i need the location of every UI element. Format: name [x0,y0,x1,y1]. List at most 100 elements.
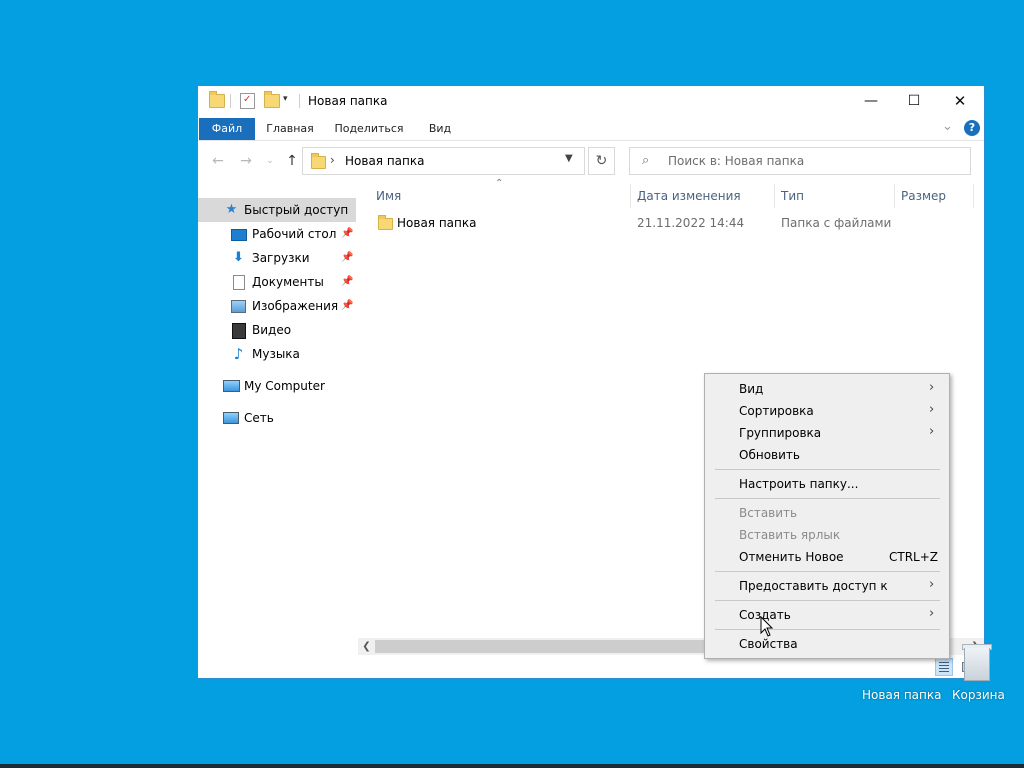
pin-icon: 📌 [341,228,354,239]
mouse-cursor-icon [760,616,774,637]
title-bar[interactable]: ✓ ▾ Новая папка — ☐ ✕ [198,86,984,116]
menu-item-paste: Вставить [739,506,798,520]
table-row[interactable]: Новая папка 21.11.2022 14:44 Папка с фай… [366,212,956,234]
menu-item-undo-new[interactable]: Отменить Новое CTRL+Z [705,546,949,568]
sidebar-item-label: Видео [252,323,292,337]
details-view-icon[interactable] [935,658,953,676]
quick-access-dropdown-icon[interactable]: ▾ [283,94,288,104]
tab-home[interactable]: Главная [262,118,318,140]
folder-icon [311,153,326,169]
sidebar-item-label: Документы [252,275,324,289]
tab-file[interactable]: Файл [199,118,255,140]
up-arrow-icon[interactable]: ↑ [282,151,302,171]
column-divider[interactable] [973,184,974,208]
chevron-right-icon: › [929,606,935,621]
sidebar-item-music[interactable]: ♪ Музыка [198,342,356,366]
sidebar-item-pictures[interactable]: Изображения 📌 [198,294,356,318]
file-date: 21.11.2022 14:44 [637,216,745,230]
context-menu: Вид › Сортировка › Группировка › Обновить Н… [704,373,950,659]
chevron-right-icon: › [929,402,935,417]
forward-arrow-icon[interactable]: → [236,151,256,171]
menu-item-paste-shortcut: Вставить ярлык [739,528,841,542]
breadcrumb-current[interactable]: Новая папка [345,154,424,168]
recent-locations-icon[interactable]: ⌄ [260,151,280,171]
search-box[interactable]: ⌕ [629,147,971,175]
download-icon: ⬇ [233,250,244,265]
video-icon [232,323,246,339]
sort-ascending-icon: ⌃ [495,178,504,189]
scroll-left-icon[interactable]: ❮ [358,638,375,655]
new-folder-icon[interactable] [264,91,280,108]
menu-item-properties[interactable]: Свойства [705,633,949,655]
chevron-right-icon: › [929,380,935,395]
folder-icon [378,215,393,230]
help-button[interactable]: ? [964,120,980,136]
tab-view[interactable]: Вид [424,118,456,140]
properties-icon[interactable]: ✓ [240,93,255,109]
search-input[interactable] [668,153,958,169]
sidebar-item-downloads[interactable]: ⬇ Загрузки 📌 [198,246,356,270]
column-header-type[interactable]: Тип [781,182,804,210]
folder-icon [209,91,225,108]
column-header-date[interactable]: Дата изменения [637,182,741,210]
back-arrow-icon[interactable]: ← [208,151,228,171]
column-header-size[interactable]: Размер [901,182,946,210]
separator [299,94,300,108]
pin-icon: 📌 [341,300,354,311]
sidebar-item-documents[interactable]: Документы 📌 [198,270,356,294]
network-icon [223,412,239,424]
sidebar-item-videos[interactable]: Видео [198,318,356,342]
sidebar-item-label: Загрузки [252,251,310,265]
desktop-icon [231,229,247,241]
column-header-name[interactable]: Имя [376,182,401,210]
menu-item-new[interactable]: Создать › [705,604,949,626]
ribbon-tabs: Файл Главная Поделиться Вид ⌄ ? [198,116,984,141]
pin-icon: 📌 [341,276,354,287]
menu-item-give-access[interactable]: Предоставить доступ к › [705,575,949,597]
window-title: Новая папка [308,94,388,108]
maximize-button[interactable]: ☐ [891,86,937,116]
file-name: Новая папка [397,216,477,230]
close-button[interactable]: ✕ [937,86,983,116]
documents-icon [233,275,245,290]
desktop-icon-label-folder[interactable]: Новая папка [862,688,941,702]
column-divider[interactable] [630,184,631,208]
sidebar-item-quick-access[interactable]: ★ Быстрый доступ [198,198,356,222]
pin-icon: 📌 [341,252,354,263]
menu-separator [715,600,940,601]
sidebar-item-desktop[interactable]: Рабочий стол 📌 [198,222,356,246]
menu-item-view[interactable]: Вид › [705,378,949,400]
sidebar-item-label: Изображения [252,299,339,313]
sidebar-item-label: Сеть [244,411,274,425]
menu-item-sort[interactable]: Сортировка › [705,400,949,422]
recycle-bin-icon[interactable] [960,642,992,682]
computer-icon [223,380,240,392]
taskbar[interactable] [0,764,1024,768]
sidebar-item-label: Быстрый доступ [244,203,349,217]
tab-share[interactable]: Поделиться [334,118,404,140]
minimize-button[interactable]: — [848,86,894,116]
navigation-bar: ← → ⌄ ↑ › Новая папка ▼ ↻ ⌕ [198,142,984,180]
menu-separator [715,498,940,499]
address-dropdown-icon[interactable]: ▼ [565,153,573,164]
breadcrumb-chevron-icon[interactable]: › [330,153,335,167]
menu-item-customize-folder[interactable]: Настроить папку... [705,473,949,495]
column-divider[interactable] [774,184,775,208]
menu-item-group[interactable]: Группировка › [705,422,949,444]
menu-separator [715,469,940,470]
search-icon: ⌕ [642,153,650,168]
menu-item-refresh[interactable]: Обновить [705,444,949,466]
star-icon: ★ [225,202,238,217]
address-bar[interactable]: › Новая папка ▼ [302,147,585,175]
music-icon: ♪ [233,345,244,363]
sidebar-item-network[interactable]: Сеть [198,406,356,430]
scrollbar-thumb[interactable] [375,640,705,653]
column-divider[interactable] [894,184,895,208]
sidebar-item-this-pc[interactable]: My Computer [198,374,356,398]
desktop-icon-label-recycle-bin[interactable]: Корзина [952,688,1005,702]
expand-ribbon-icon[interactable]: ⌄ [942,119,953,134]
refresh-icon: ↻ [595,153,608,169]
sidebar-item-label: My Computer [244,379,325,393]
refresh-button[interactable]: ↻ [588,147,615,175]
menu-separator [715,629,940,630]
